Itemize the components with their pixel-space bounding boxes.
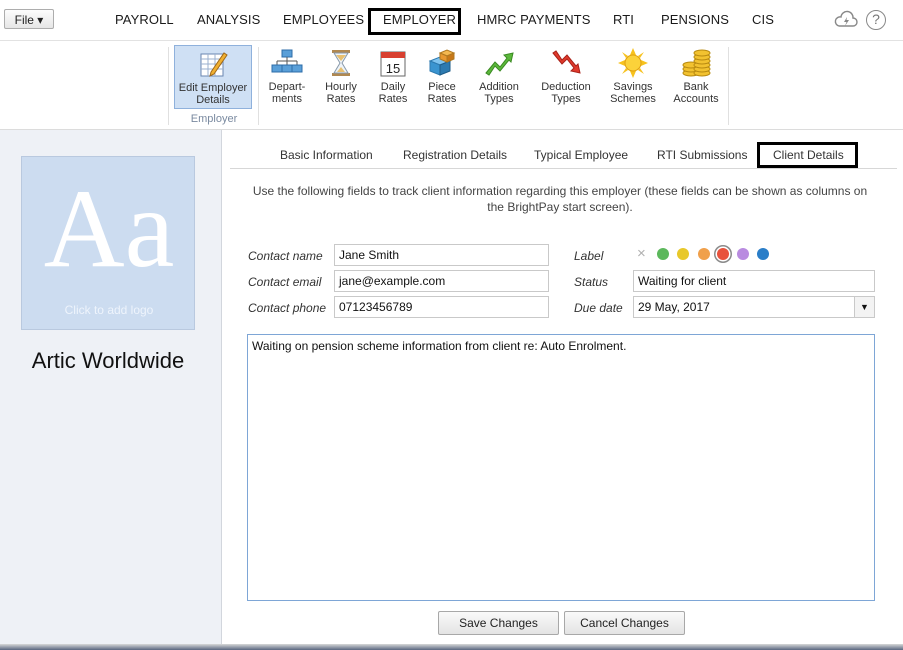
tab-client-details[interactable]: Client Details [773,148,844,162]
coins-icon [682,49,711,77]
hint-line: Use the following fields to track client… [252,184,868,198]
tab-typical-employee[interactable]: Typical Employee [534,148,628,162]
calendar-day-text: 15 [386,61,400,76]
ribbon-label: Edit Employer [178,82,248,94]
client-details-hint: Use the following fields to track client… [240,183,880,215]
logo-upload-area[interactable]: Aa Click to add logo [21,156,195,330]
ribbon-label: Depart- [268,81,306,93]
ribbon-label: Details [196,94,230,106]
hint-line: the BrightPay start screen). [487,200,633,214]
file-menu-button[interactable]: File ▾ [4,9,54,29]
edit-employer-details-button[interactable]: Edit Employer Details [174,45,252,109]
ribbon-group-label: Employer [190,113,238,125]
ribbon-separator [258,47,259,125]
due-date-value: 29 May, 2017 [638,300,710,314]
ribbon-label: Bank [683,81,709,93]
tab-registration-details[interactable]: Registration Details [403,148,507,162]
contact-phone-input[interactable]: 07123456789 [334,296,549,318]
cancel-changes-button[interactable]: Cancel Changes [564,611,685,635]
nav-hmrc-payments[interactable]: HMRC PAYMENTS [477,12,591,27]
contact-name-input[interactable]: Jane Smith [334,244,549,266]
sun-icon [618,48,648,78]
ribbon-label: Daily [380,81,406,93]
label-color-swatch[interactable] [698,248,710,260]
departments-button[interactable]: Depart- ments [262,45,312,109]
label-field-label: Label [574,249,604,263]
ribbon-label: Rates [326,93,356,105]
ribbon-label: Deduction [541,81,591,93]
employer-sidebar: Aa Click to add logo Artic Worldwide [0,130,222,650]
nav-cis[interactable]: CIS [752,12,774,27]
due-date-label: Due date [574,301,623,315]
help-icon[interactable]: ? [866,10,886,30]
due-date-picker[interactable]: 29 May, 2017 ▼ [633,296,875,318]
logo-placeholder-letters: Aa [43,167,175,291]
nav-pensions[interactable]: PENSIONS [661,12,729,27]
cloud-sync-icon[interactable] [834,10,858,30]
addition-types-button[interactable]: Addition Types [472,45,526,109]
calendar-icon: 15 [380,51,406,77]
departments-icon [271,49,303,73]
ribbon-label: Schemes [610,93,656,105]
ribbon-label: Rates [427,93,457,105]
save-changes-button[interactable]: Save Changes [438,611,559,635]
hourglass-icon [332,50,350,76]
chevron-down-icon[interactable]: ▼ [854,297,874,317]
ribbon-label: Hourly [325,81,357,93]
ribbon-label: Addition [479,81,519,93]
ribbon-label: Types [551,93,581,105]
tab-rti-submissions[interactable]: RTI Submissions [657,148,747,162]
piece-rates-button[interactable]: Piece Rates [419,45,465,109]
nav-analysis[interactable]: ANALYSIS [197,12,260,27]
window-bottom-edge [0,644,903,650]
ribbon-label: Accounts [673,93,719,105]
status-input[interactable]: Waiting for client [633,270,875,292]
edit-details-icon [200,52,228,77]
ribbon-label: Piece [428,81,456,93]
up-arrow-icon [485,52,514,76]
label-color-swatch[interactable] [757,248,769,260]
contact-email-label: Contact email [248,275,322,289]
logo-hint-text: Click to add logo [64,303,154,317]
contact-phone-label: Contact phone [248,301,327,315]
notes-textarea[interactable]: Waiting on pension scheme information fr… [247,334,875,601]
hourly-rates-button[interactable]: Hourly Rates [318,45,364,109]
clear-label-icon[interactable]: × [637,245,646,262]
contact-name-label: Contact name [248,249,323,263]
down-arrow-icon [552,50,581,74]
nav-employer[interactable]: EMPLOYER [383,12,456,27]
cubes-icon [428,49,456,76]
ribbon-label: Savings [613,81,653,93]
ribbon-label: Types [484,93,514,105]
tab-basic-information[interactable]: Basic Information [280,148,373,162]
deduction-types-button[interactable]: Deduction Types [536,45,596,109]
nav-employees[interactable]: EMPLOYEES [283,12,364,27]
top-menu-bar: File ▾ PAYROLL ANALYSIS EMPLOYEES EMPLOY… [0,0,903,41]
daily-rates-button[interactable]: 15 Daily Rates [370,45,416,109]
nav-payroll[interactable]: PAYROLL [115,12,174,27]
bank-accounts-button[interactable]: Bank Accounts [669,45,723,109]
label-color-swatch[interactable] [657,248,669,260]
ribbon-toolbar: Edit Employer Details Employer Depart- m… [0,41,903,130]
ribbon-separator [168,47,169,125]
nav-rti[interactable]: RTI [613,12,634,27]
savings-schemes-button[interactable]: Savings Schemes [606,45,660,109]
ribbon-separator [728,47,729,125]
label-color-swatch[interactable] [677,248,689,260]
label-color-swatch-selected[interactable] [717,248,729,260]
label-color-swatch[interactable] [737,248,749,260]
status-label: Status [574,275,609,289]
tab-divider [230,168,897,169]
employer-name: Artic Worldwide [31,348,185,373]
ribbon-label: Rates [378,93,408,105]
ribbon-label: ments [272,93,302,105]
contact-email-input[interactable]: jane@example.com [334,270,549,292]
